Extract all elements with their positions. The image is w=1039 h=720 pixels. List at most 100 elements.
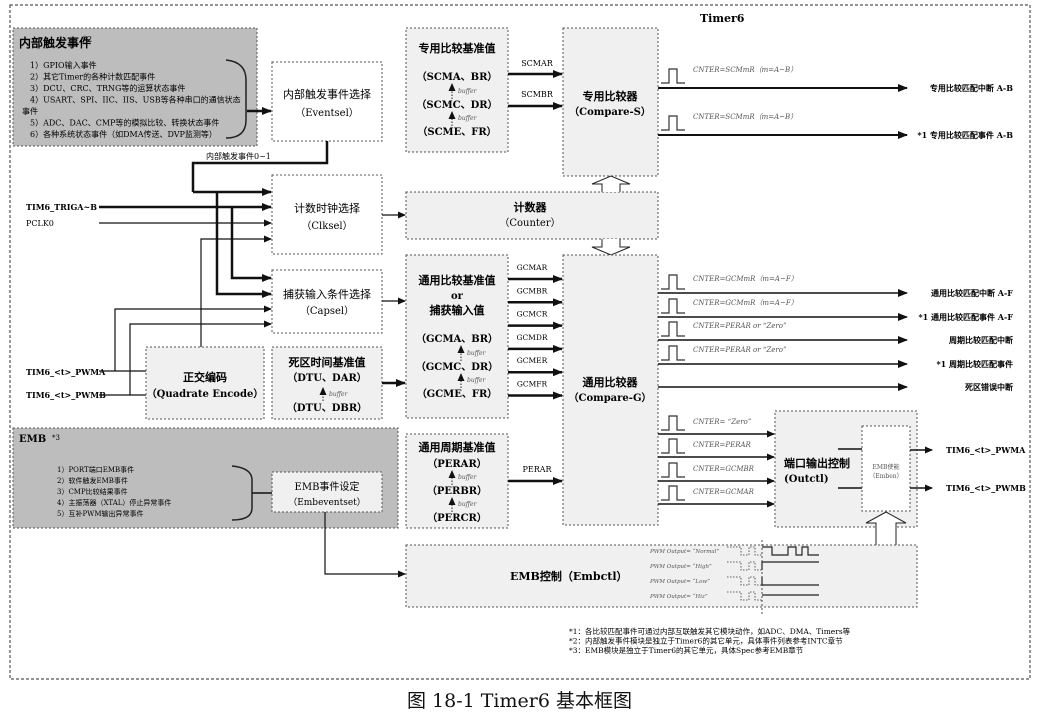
compare-g-condition: CNTER=GCMmR（m=A~F） [693,275,798,283]
compare-s-sub: （Compare-S） [569,105,651,118]
emb-event-item: 4）主振荡器（XTAL）停止异常事件 [57,498,171,507]
deadtime-buffer: buffer [329,391,349,398]
gcmp-reg-1: （GCMC、DR） [416,360,499,373]
compare-g-outputs: CNTER=GCMmR（m=A~F） 通用比较匹配中断 A-F CNTER=GCMm… [658,274,1013,392]
embctl-name: EMB控制（Embctl） [510,569,628,583]
timer6-title: Timer6 [700,12,745,25]
embeventset-sub: （Embeventset） [288,497,366,508]
timer6-block-diagram: Timer6 内部触发事件 *2 1）GPIO输入事件 2）其它Timer的各种计… [9,4,1031,680]
counter-to-compare-s-arrow [591,175,631,192]
clksel-name: 计数时钟选择 [294,201,360,215]
clksel-sub: （Clksel） [301,220,352,232]
gcmp-signals: GCMAR GCMBR GCMCR GCMDR GCMER GCMFR [508,263,563,400]
internal-event-item: 事件 [22,106,38,116]
internal-event-item: 3）DCU、CRC、TRNG等的运算状态事件 [30,83,185,93]
gcmp-signal-label: GCMFR [517,380,548,389]
deadtime-reg2: （DTU、DBR） [287,401,367,414]
compare-g-condition: CNTER=GCMmR（m=A~F） [693,299,798,307]
scmp-buffer-1: buffer [458,88,478,95]
scmp-base-name: 专用比较基准值 [419,41,496,55]
outctl-input-condition: CNTER=GCMBR [693,465,755,473]
compare-s-outputs: CNTER=SCMmR（m=A~B） 专用比较匹配中断 A-B CNTER=SCMm… [658,66,1013,140]
pulse-icon [661,345,685,361]
emb-event-item: 2）软件触发EMB事件 [57,476,128,485]
quadrate-sub: （Quadrate Encode） [147,387,264,400]
compare-s-condition: CNTER=SCMmR（m=A~B） [693,113,797,121]
pwm-mode-label: PWM Output= “Normal” [649,548,719,555]
scmp-base-block: 专用比较基准值 （SCMA、BR） （SCMC、DR） （SCME、FR） bu… [405,27,509,153]
gcmp-buffer-1: buffer [467,350,487,357]
quadrate-block: 正交编码 （Quadrate Encode） [145,346,265,420]
outctl-input-condition: CNTER=GCMAR [693,488,755,496]
pwm-mode-label: PWM Output= “Low” [649,578,710,585]
embeventset-block: EMB事件设定 （Embeventset） [271,471,383,513]
emb-title: EMB [19,434,46,445]
scmp-reg-1: （SCMC、DR） [416,98,497,111]
scmp-signal-1: SCMBR [521,90,554,99]
emb-event-item: 1）PORT端口EMB事件 [57,465,134,474]
footnotes: *1：各比较匹配事件可通过内部互联触发其它模块动作，如ADC、DMA、Timer… [569,626,851,655]
compare-g-name: 通用比较器 [583,375,639,389]
internal-event-item: 4）USART、SPI、IIC、IIS、USB等各种串口的通信状态 [30,95,241,105]
outctl-inputs: CNTER= “Zero” CNTER=PERAR CNTER=GCMBR CNTER… [658,415,775,508]
compare-g-output-label: 通用比较匹配中断 A-F [931,288,1013,298]
emb-note: *3 [52,434,60,442]
gcmp-base-name: 通用比较基准值 [419,273,496,287]
internal-event-line-label: 内部触发事件0~1 [206,151,271,161]
internal-event-item: 6）各种系统状态事件（如DMA传送、DVP监测等） [30,129,217,139]
counter-sub: （Counter） [499,217,560,229]
eventsel-name: 内部触发事件选择 [283,87,371,101]
pulse-icon [661,321,685,337]
internal-events-panel: 内部触发事件 *2 1）GPIO输入事件 2）其它Timer的各种计数匹配事件3）… [12,27,258,147]
eventsel-block: 内部触发事件选择 （Eventsel） [271,61,383,142]
input-pclk-label: PCLK0 [26,219,54,228]
outctl-sub: (Outctl) [784,474,829,485]
pwm-mode-label: PWM Output= “High” [649,563,712,570]
input-trig-label: TIM6_TRIGA~B [26,202,97,212]
deadtime-reg1: （DTU、DAR） [287,371,367,384]
period-base-name: 通用周期基准值 [419,440,496,454]
quadrate-name: 正交编码 [183,370,227,384]
gcmp-buffer-2: buffer [467,377,487,384]
compare-g-sub: （Compare-G） [568,391,651,404]
deadtime-name: 死区时间基准值 [289,355,366,369]
gcmp-signal-label: GCMBR [517,286,548,295]
compare-s-output-label: *1 专用比较匹配事件 A-B [917,130,1013,140]
gcmp-signal-label: GCMER [517,356,548,365]
scmp-buffer-2: buffer [458,115,478,122]
compare-s-output-label: 专用比较匹配中断 A-B [930,83,1013,93]
gcmp-signal-label: GCMDR [516,333,547,342]
scmp-reg-0: （SCMA、BR） [417,70,498,83]
outctl-input-condition: CNTER= “Zero” [693,418,752,426]
pulse-icon [661,298,685,314]
pulse-icon [661,438,685,454]
compare-g-output-label: 死区错误中断 [964,382,1013,392]
embeventset-name: EMB事件设定 [295,480,360,493]
output-pwma-label: TIM6_<t>_PWMA [946,445,1026,455]
period-reg-2: （PERCR） [427,511,487,524]
emb-event-item: 3）CMP比较结果事件 [57,487,128,496]
output-pwmb-label: TIM6_<t>_PWMB [946,483,1026,493]
scmp-signal-0: SCMAR [521,59,554,68]
counter-name: 计数器 [514,200,548,214]
period-reg-1: （PERBR） [427,484,487,497]
internal-event-item: 5）ADC、DAC、CMP等的模拟比较、转换状态事件 [30,118,219,128]
perar-signal-label: PERAR [522,465,552,474]
pulse-icon [661,485,685,501]
pulse-icon [661,462,685,478]
internal-events-title: 内部触发事件 [19,35,91,50]
pulse-icon [661,115,685,131]
internal-event-item: 2）其它Timer的各种计数匹配事件 [30,72,155,82]
deadtime-block: 死区时间基准值 （DTU、DAR） buffer （DTU、DBR） [271,346,383,420]
compare-s-block: 专用比较器 （Compare-S） [562,27,659,177]
outctl-name: 端口输出控制 [784,456,850,470]
emben-block: EMB使能 （Emben） [861,425,911,512]
capsel-block: 捕获输入条件选择 （Capsel） [271,269,383,334]
capsel-sub: （Capsel） [300,305,354,317]
eventsel-sub: （Eventsel） [295,107,359,119]
internal-events-note: *2 [83,35,92,44]
gcmp-reg-2: （GCME、FR） [417,387,498,400]
compare-g-condition: CNTER=PERAR or “Zero” [693,322,787,330]
period-base-block: 通用周期基准值 （PERAR） （PERBR） （PERCR） buffer b… [405,433,509,529]
counter-to-compare-g-arrow [591,239,631,256]
